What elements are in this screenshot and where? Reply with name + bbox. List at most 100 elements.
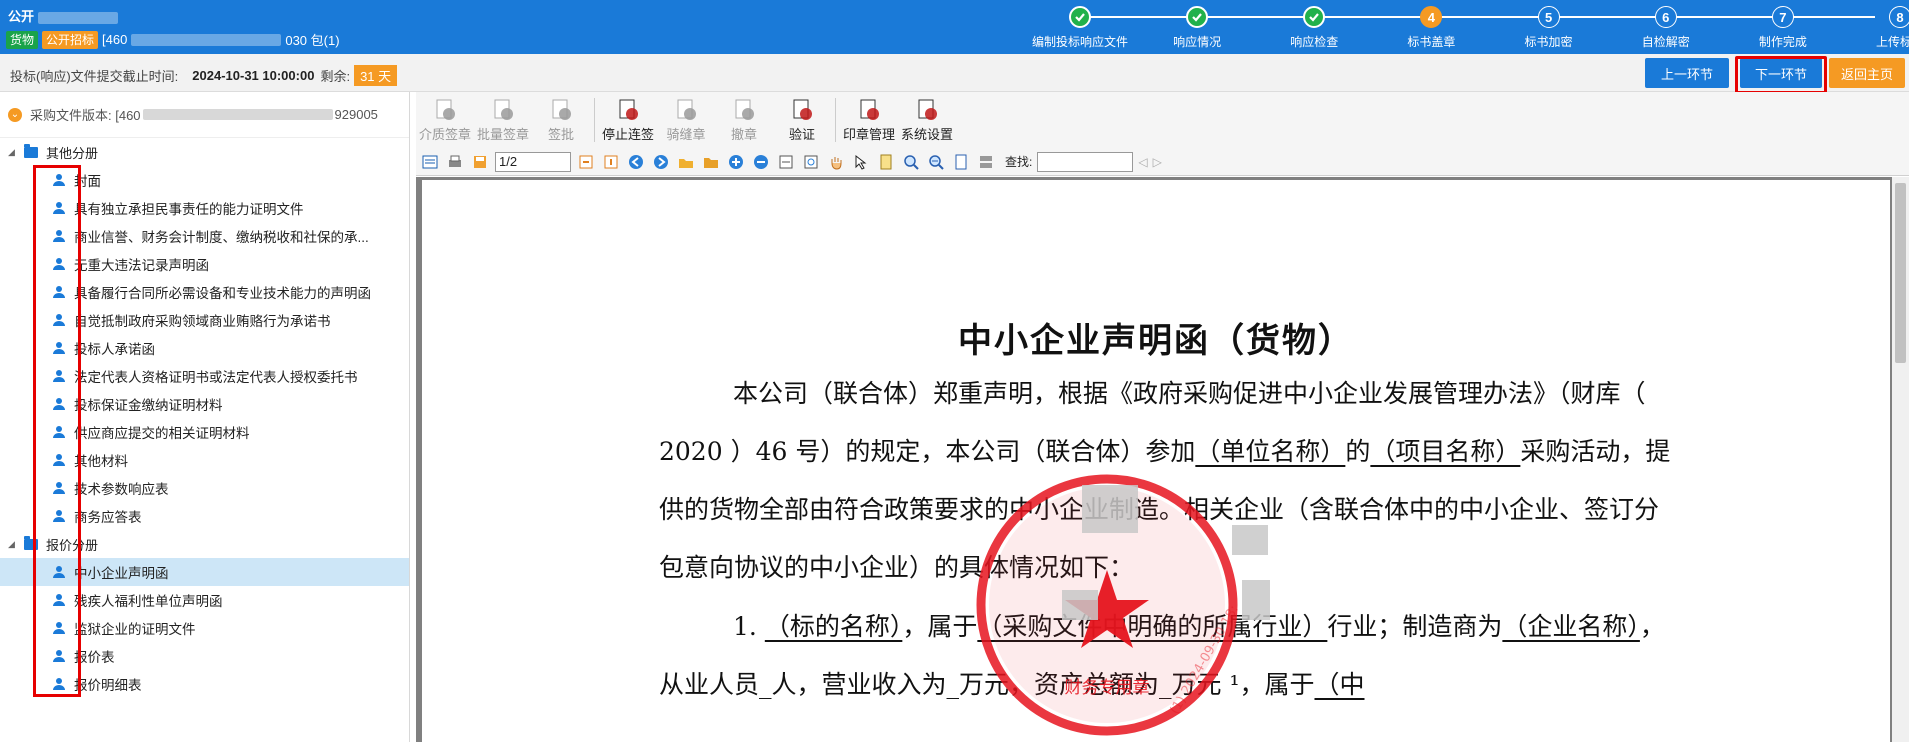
- search-label: 查找:: [1005, 155, 1033, 169]
- stop-continuous-sign-icon: [614, 96, 642, 124]
- export-icon[interactable]: [576, 152, 596, 172]
- check-icon: [1069, 6, 1091, 28]
- first-page-icon[interactable]: [626, 152, 646, 172]
- document-page: 中小企业声明函（货物） 本公司（联合体）郑重声明，根据《政府采购促进中小企业发展…: [422, 180, 1890, 742]
- seal-manage-button[interactable]: 印章管理: [840, 96, 898, 143]
- chevron-down-icon[interactable]: ⌄: [8, 107, 22, 122]
- step-label: 标书盖章: [1407, 35, 1456, 49]
- step-1: 编制投标响应文件: [1024, 4, 1136, 50]
- underlined-field: （企业名称）: [1502, 612, 1640, 641]
- system-settings-icon: [913, 96, 941, 124]
- paragraph-text: 1.: [733, 612, 765, 641]
- deadline-info: 投标(响应)文件提交截止时间: 2024-10-31 10:00:00 剩余: …: [10, 65, 398, 86]
- tree-item-label: 其他材料: [74, 454, 128, 469]
- deadline-value: 2024-10-31 10:00:00: [192, 68, 315, 83]
- step-5: 5 标书加密: [1493, 4, 1605, 50]
- single-page-icon[interactable]: [951, 152, 971, 172]
- top-header-bar: 公开 货物 公开招标 [460 030 包(1) 编制投标响应文件 响应情况 响应检…: [0, 0, 1909, 54]
- folder-icon[interactable]: [701, 152, 721, 172]
- stop-continuous-sign-button[interactable]: 停止连签: [599, 96, 657, 143]
- sign-approve-icon: [547, 96, 575, 124]
- tree-item-label: 自觉抵制政府采购领域商业贿赂行为承诺书: [74, 314, 331, 329]
- redacted-region: [131, 33, 282, 46]
- tree-group-1[interactable]: ◢ 其他分册: [0, 138, 409, 166]
- print-icon[interactable]: [445, 152, 465, 172]
- project-meta-row: 货物 公开招标 [460 030 包(1): [6, 30, 340, 49]
- step-8: 8 上传标书: [1844, 4, 1909, 50]
- progress-stepper: 编制投标响应文件 响应情况 响应检查 4 标书盖章 5 标书加密 6 自检解密 7 制作完成 8 上传标…: [1024, 4, 1909, 52]
- toolbar-separator: [835, 98, 836, 142]
- tree-item-label: 商业信誉、财务会计制度、缴纳税收和社保的承...: [74, 230, 369, 245]
- underlined-field: （中: [1314, 670, 1365, 699]
- search-next-icon[interactable]: ▷: [1153, 155, 1162, 169]
- tool-label: 停止连签: [601, 127, 654, 142]
- zoom-in-icon[interactable]: [726, 152, 746, 172]
- search-prev-icon[interactable]: ◁: [1138, 155, 1147, 169]
- hand-tool-icon[interactable]: [826, 152, 846, 172]
- seal-manage-icon: [855, 96, 883, 124]
- document-viewer: 中小企业声明函（货物） 本公司（联合体）郑重声明，根据《政府采购促进中小企业发展…: [416, 177, 1909, 742]
- fit-width-icon[interactable]: [776, 152, 796, 172]
- media-sign-button[interactable]: 介质签章: [416, 96, 474, 143]
- goods-tag: 货物: [6, 30, 39, 49]
- import-icon[interactable]: [601, 152, 621, 172]
- vertical-scrollbar[interactable]: [1892, 177, 1909, 742]
- magnify-icon[interactable]: [901, 152, 921, 172]
- search-input[interactable]: [1037, 151, 1134, 172]
- prev-step-button[interactable]: 上一环节: [1645, 58, 1729, 88]
- open-folder-icon[interactable]: [676, 152, 696, 172]
- step-2: 响应情况: [1141, 4, 1253, 50]
- remaining-label: 剩余:: [320, 69, 351, 84]
- next-page-icon[interactable]: [651, 152, 671, 172]
- step-number: 4: [1420, 6, 1443, 28]
- note-icon[interactable]: [876, 152, 896, 172]
- underlined-field: （项目名称）: [1370, 437, 1521, 466]
- redacted-region: [1242, 580, 1270, 620]
- tree-item-label: 监狱企业的证明文件: [74, 622, 196, 637]
- revoke-seal-button[interactable]: 撤章: [715, 96, 773, 143]
- step-6: 6 自检解密: [1610, 4, 1722, 50]
- caret-down-icon[interactable]: ◢: [8, 147, 24, 158]
- folder-icon: [24, 143, 38, 158]
- system-settings-button[interactable]: 系统设置: [898, 96, 956, 143]
- tool-label: 系统设置: [900, 127, 953, 142]
- batch-sign-icon: [489, 96, 517, 124]
- save-icon[interactable]: [470, 152, 490, 172]
- tool-label: 介质签章: [418, 127, 471, 142]
- redacted-region: [1062, 590, 1098, 620]
- seam-seal-button[interactable]: 骑缝章: [657, 96, 715, 143]
- verify-icon: [788, 96, 816, 124]
- return-home-button[interactable]: 返回主页: [1829, 58, 1905, 88]
- step-number: 5: [1537, 6, 1560, 28]
- batch-sign-button[interactable]: 批量签章: [474, 96, 532, 143]
- tree-group-label: 其他分册: [46, 145, 99, 161]
- version-label: 采购文件版本: [460: [30, 108, 141, 123]
- underlined-field: （标的名称）: [764, 612, 903, 641]
- check-icon: [1303, 6, 1326, 28]
- step-label: 上传标书: [1875, 35, 1909, 49]
- step-4: 4 标书盖章: [1375, 4, 1487, 50]
- list-icon[interactable]: [420, 152, 440, 172]
- project-title: 公开: [8, 6, 118, 25]
- scrollbar-thumb[interactable]: [1895, 183, 1906, 363]
- caret-down-icon[interactable]: ◢: [8, 539, 24, 550]
- tool-label: 印章管理: [842, 127, 895, 142]
- seal-text: 财务专用章: [1065, 678, 1150, 698]
- tree-item-label: 商务应答表: [74, 510, 142, 525]
- dual-page-icon[interactable]: [976, 152, 996, 172]
- procurement-version-row: ⌄ 采购文件版本: [460 929005: [0, 92, 409, 138]
- zoom-out-icon[interactable]: [751, 152, 771, 172]
- magnify-minus-icon[interactable]: [926, 152, 946, 172]
- sign-approve-button[interactable]: 签批: [532, 96, 590, 143]
- deadline-label: 投标(响应)文件提交截止时间:: [10, 69, 179, 84]
- redacted-region: [37, 11, 118, 24]
- step-label: 制作完成: [1758, 35, 1807, 49]
- tool-label: 批量签章: [476, 127, 529, 142]
- page-number-input[interactable]: 1/2: [495, 151, 571, 172]
- tree-item-label: 供应商应提交的相关证明材料: [74, 426, 250, 441]
- select-tool-icon[interactable]: [851, 152, 871, 172]
- step-label: 响应情况: [1173, 35, 1222, 49]
- verify-button[interactable]: 验证: [773, 96, 831, 143]
- rotate-icon[interactable]: [801, 152, 821, 172]
- media-sign-icon: [431, 96, 459, 124]
